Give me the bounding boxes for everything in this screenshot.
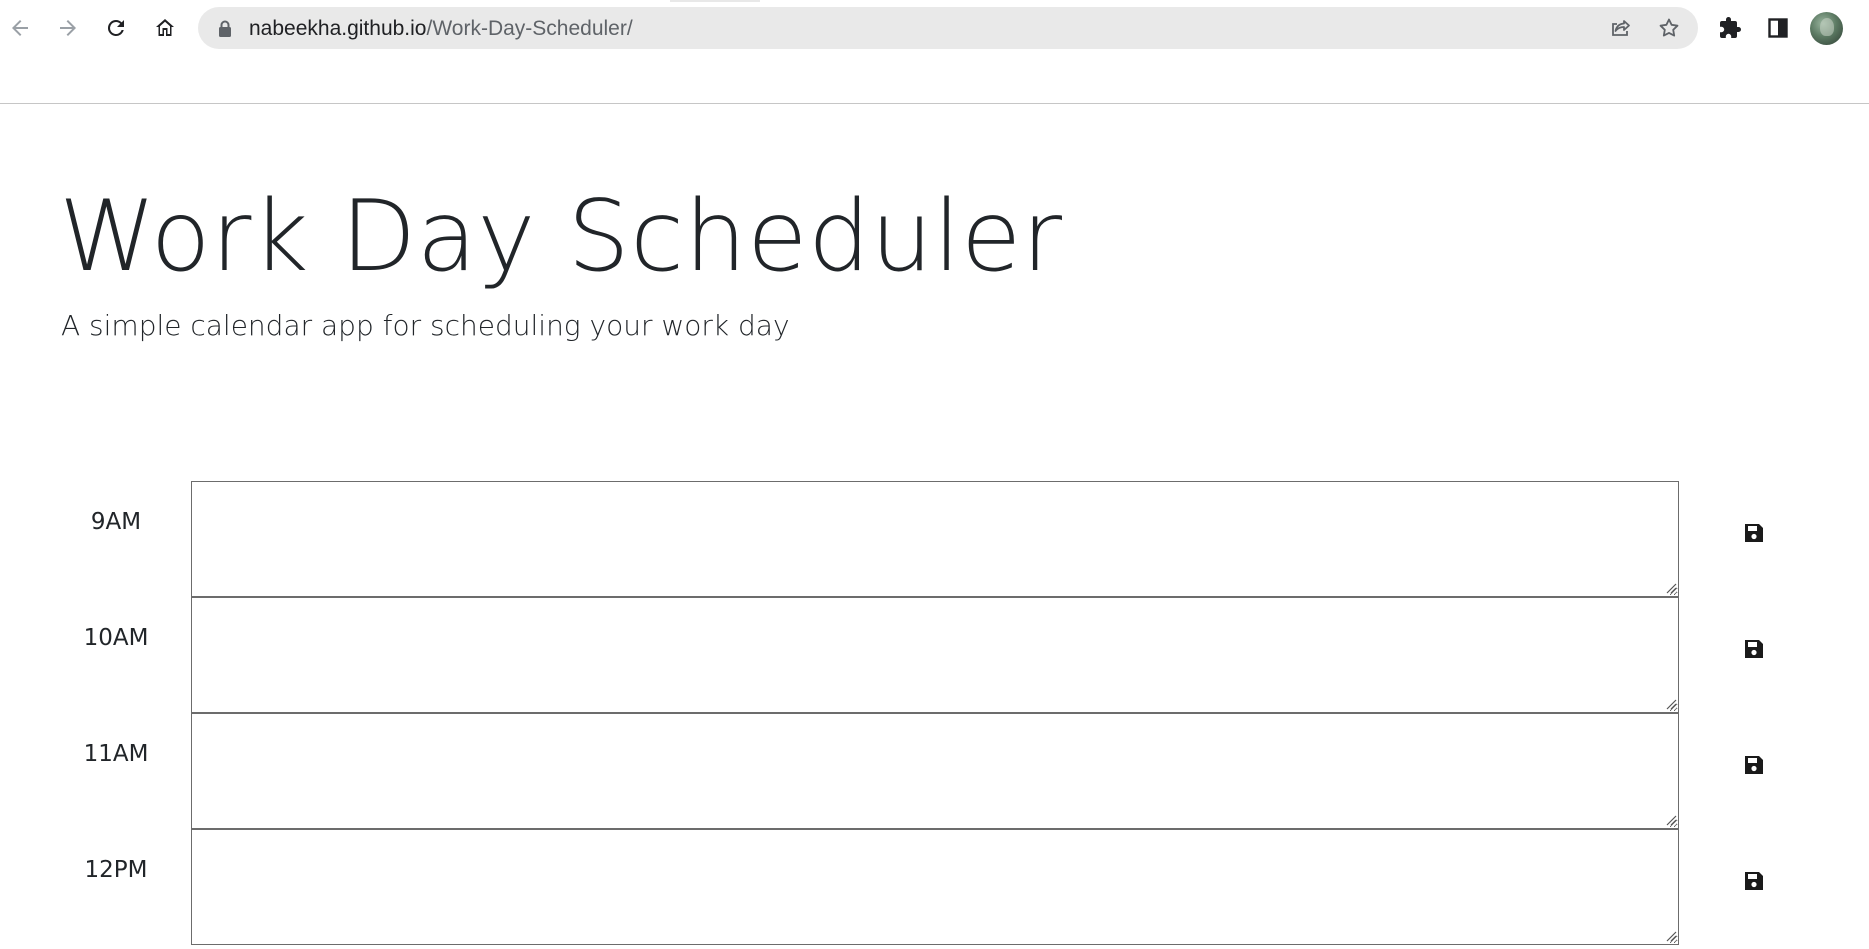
lock-icon[interactable] [218,20,232,42]
reload-button[interactable] [98,10,134,46]
hour-label: 12PM [84,857,148,883]
save-button[interactable] [1736,749,1772,785]
home-button[interactable] [147,10,183,46]
arrow-right-icon [56,16,80,40]
floppy-disk-icon [1743,522,1765,549]
side-panel-icon [1766,16,1790,40]
share-icon[interactable] [1608,15,1634,41]
arrow-left-icon [8,16,32,40]
description-textarea[interactable] [191,597,1679,713]
star-icon[interactable] [1656,15,1682,41]
floppy-disk-icon [1743,638,1765,665]
save-button[interactable] [1736,633,1772,669]
home-icon [153,16,177,40]
url-host: nabeekha.github.io [249,17,427,40]
description-textarea[interactable] [191,481,1679,597]
side-panel-button[interactable] [1760,10,1796,46]
page-subtitle: A simple calendar app for scheduling you… [61,309,790,342]
page-title: Work Day Scheduler [59,180,1063,294]
address-bar[interactable]: nabeekha.github.io/Work-Day-Scheduler/ [198,7,1698,49]
url-path: /Work-Day-Scheduler/ [426,17,633,40]
active-tab-indicator [670,0,760,2]
floppy-disk-icon [1743,870,1765,897]
extensions-icon [1718,16,1742,40]
back-button[interactable] [2,10,38,46]
url-text[interactable]: nabeekha.github.io/Work-Day-Scheduler/ [249,17,633,41]
browser-toolbar: nabeekha.github.io/Work-Day-Scheduler/ [0,0,1869,58]
time-block-9am: 9AM [0,481,1869,597]
time-block-10am: 10AM [0,597,1869,713]
toolbar-divider [0,103,1869,104]
hour-label: 11AM [83,741,149,767]
time-block-12pm: 12PM [0,829,1869,945]
reload-icon [104,16,128,40]
extensions-button[interactable] [1712,10,1748,46]
profile-avatar[interactable] [1810,12,1843,45]
hour-label: 10AM [83,625,149,651]
save-button[interactable] [1736,865,1772,901]
description-textarea[interactable] [191,713,1679,829]
time-block-11am: 11AM [0,713,1869,829]
floppy-disk-icon [1743,754,1765,781]
hour-label: 9AM [90,509,142,535]
save-button[interactable] [1736,517,1772,553]
description-textarea[interactable] [191,829,1679,945]
forward-button[interactable] [50,10,86,46]
